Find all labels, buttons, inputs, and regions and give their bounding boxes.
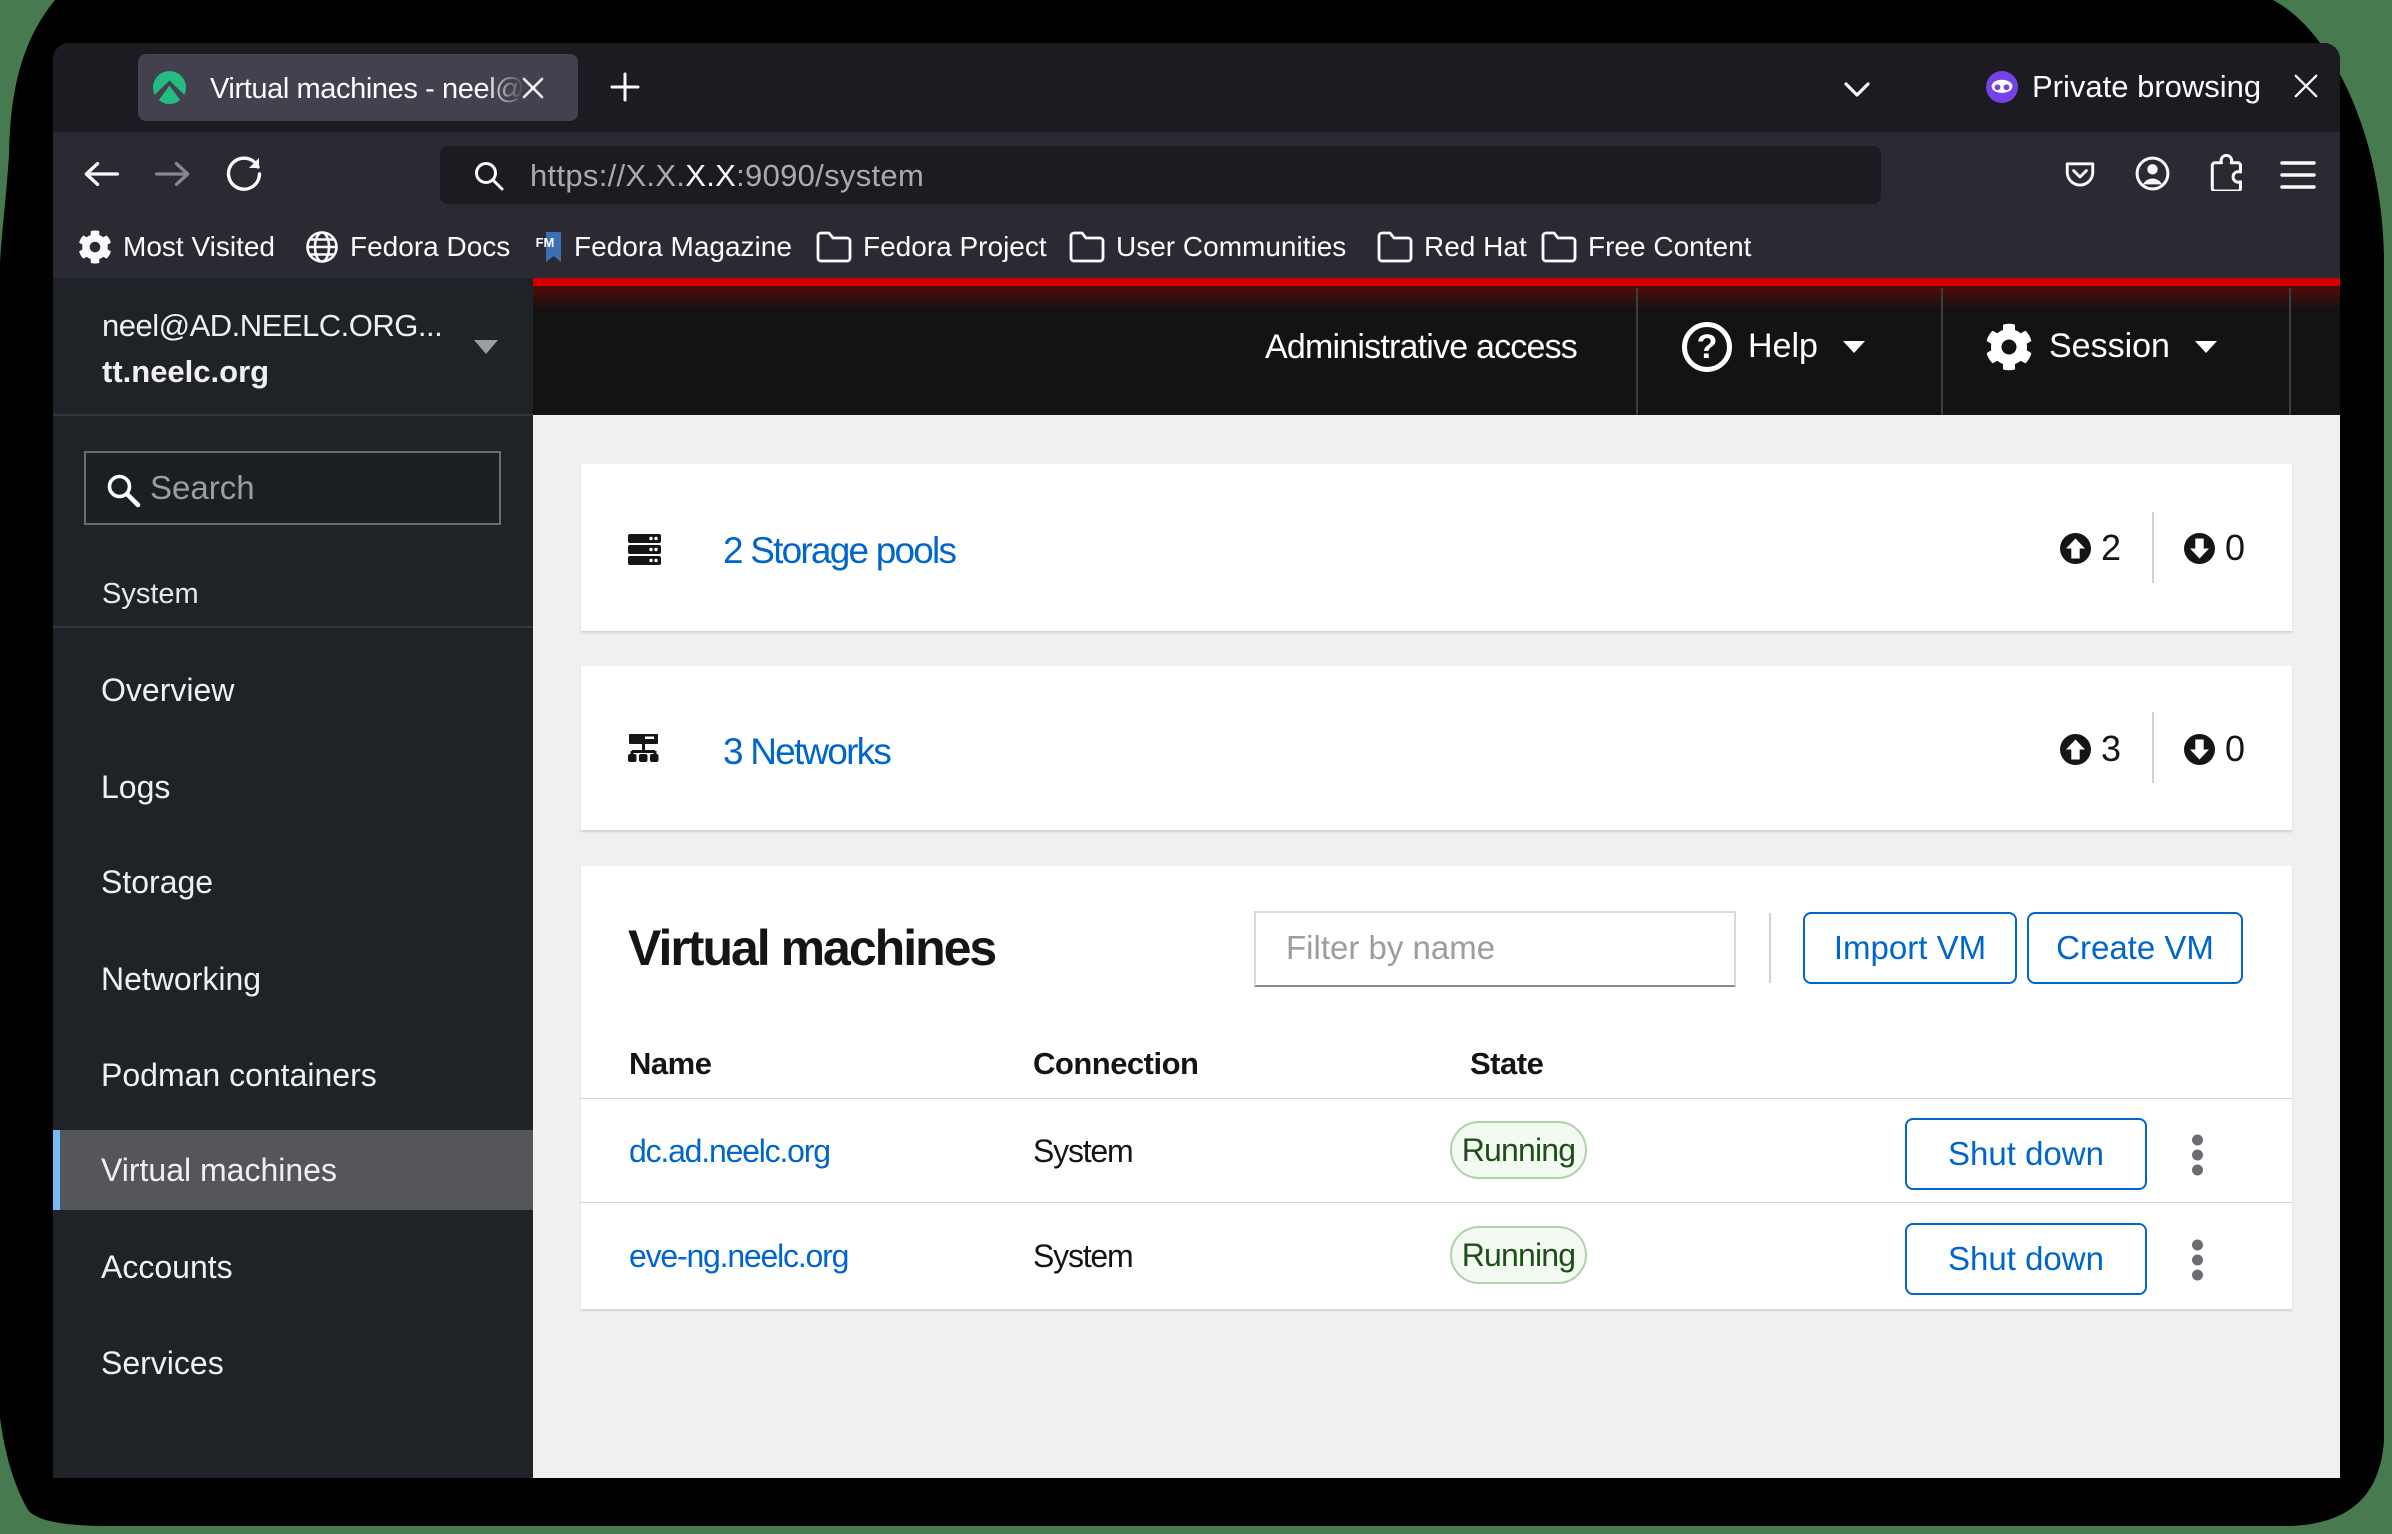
svg-text:FM: FM bbox=[536, 235, 555, 250]
svg-text:?: ? bbox=[1697, 328, 1718, 366]
